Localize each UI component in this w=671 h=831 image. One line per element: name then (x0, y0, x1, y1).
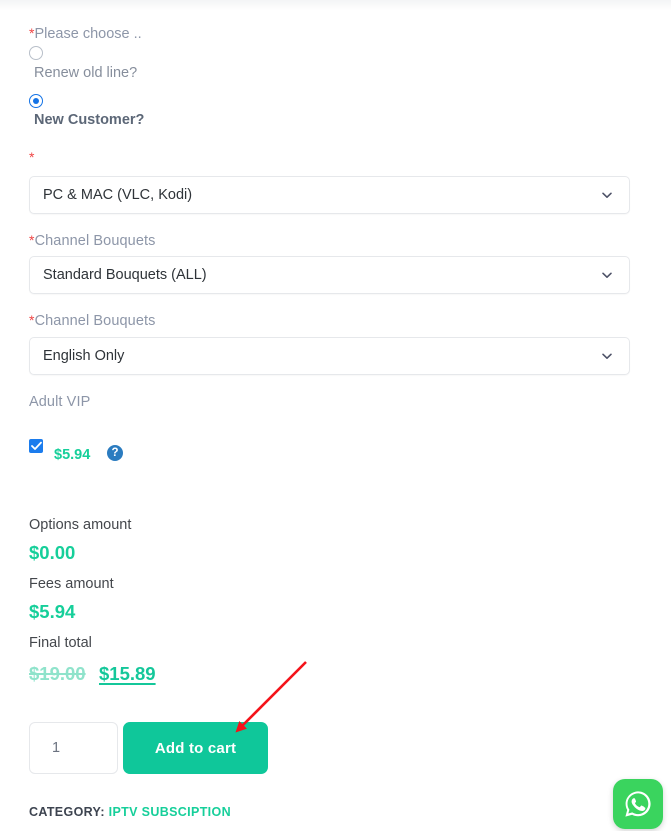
chevron-down-icon (601, 189, 613, 201)
adult-vip-checkbox[interactable] (29, 439, 43, 453)
options-amount-label: Options amount (29, 517, 132, 533)
options-amount-value: $0.00 (29, 542, 76, 563)
final-total-new-price: $15.89 (99, 663, 156, 684)
whatsapp-button[interactable] (613, 779, 663, 829)
chevron-down-icon (601, 350, 613, 362)
category-row: CATEGORY: IPTV SUBSCIPTION (29, 805, 231, 819)
chevron-down-icon (601, 269, 613, 281)
quantity-input[interactable] (29, 722, 118, 774)
category-link[interactable]: IPTV SUBSCIPTION (109, 805, 231, 819)
whatsapp-icon (625, 791, 651, 817)
add-to-cart-button[interactable]: Add to cart (123, 722, 268, 774)
radio-new-customer[interactable] (29, 94, 43, 108)
category-key: CATEGORY: (29, 805, 105, 819)
language-select-value: English Only (43, 348, 125, 364)
bouquets-select-label-text: Channel Bouquets (34, 233, 156, 249)
language-select-label-text: Channel Bouquets (34, 313, 156, 329)
device-select-label: * (29, 150, 35, 166)
radio-label-renew-old-line[interactable]: Renew old line? (34, 65, 137, 81)
required-asterisk: * (29, 149, 35, 165)
language-select-label: *Channel Bouquets (29, 313, 155, 329)
question-mark-icon[interactable]: ? (107, 445, 123, 461)
radio-renew-old-line[interactable] (29, 46, 43, 60)
fees-amount-value: $5.94 (29, 601, 76, 622)
adult-vip-label: Adult VIP (29, 394, 91, 410)
please-choose-text: Please choose .. (34, 26, 142, 42)
adult-vip-price: $5.94 (54, 447, 91, 463)
fees-amount-label: Fees amount (29, 576, 114, 592)
product-options-form: *Please choose .. Renew old line? New Cu… (0, 0, 671, 831)
bouquets-select-value: Standard Bouquets (ALL) (43, 267, 207, 283)
bouquets-select-label: *Channel Bouquets (29, 233, 155, 249)
please-choose-label: *Please choose .. (29, 26, 142, 42)
radio-label-new-customer[interactable]: New Customer? (34, 112, 144, 128)
language-select[interactable]: English Only (29, 337, 630, 375)
device-select-value: PC & MAC (VLC, Kodi) (43, 187, 193, 203)
device-select[interactable]: PC & MAC (VLC, Kodi) (29, 176, 630, 214)
bouquets-select[interactable]: Standard Bouquets (ALL) (29, 256, 630, 294)
final-total-old-price: $19.00 (29, 663, 86, 684)
final-total-label: Final total (29, 635, 92, 651)
